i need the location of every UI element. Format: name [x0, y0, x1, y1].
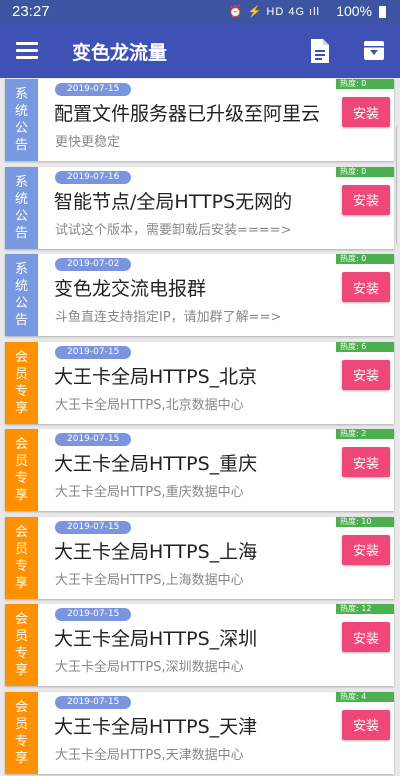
app-bar: 变色龙流量: [0, 24, 400, 78]
install-button[interactable]: 安装: [342, 184, 390, 215]
list-item[interactable]: 会员专享 2019-07-15 大王卡全局HTTPS_重庆 大王卡全局HTTPS…: [5, 429, 394, 511]
heat-badge: 热度: 10: [336, 516, 394, 527]
date-badge: 2019-07-16: [55, 170, 132, 184]
install-button[interactable]: 安装: [342, 534, 390, 565]
item-subtitle: 大王卡全局HTTPS,上海数据中心: [55, 572, 244, 588]
category-tag: 会员专享: [5, 691, 38, 774]
item-subtitle: 斗鱼直连支持指定IP，请加群了解==>: [55, 310, 282, 325]
archive-download-icon[interactable]: [363, 39, 385, 61]
list-item[interactable]: 会员专享 2019-07-15 大王卡全局HTTPS_上海 大王卡全局HTTPS…: [5, 516, 394, 599]
list-item[interactable]: 系统公告 2019-07-02 变色龙交流电报群 斗鱼直连支持指定IP，请加群了…: [5, 254, 394, 336]
date-badge: 2019-07-02: [55, 258, 132, 271]
category-tag: 系统公告: [5, 79, 38, 161]
category-tag: 会员专享: [5, 516, 38, 599]
app-title: 变色龙流量: [72, 42, 168, 64]
status-icons: ⏰ ⚡ HD 4G ıll: [228, 6, 320, 18]
date-badge: 2019-07-15: [55, 345, 132, 359]
install-button[interactable]: 安装: [342, 709, 390, 740]
heat-badge: 热度: 0: [336, 254, 394, 264]
date-badge: 2019-07-15: [55, 520, 132, 534]
item-title: 大王卡全局HTTPS_天津: [54, 715, 258, 738]
heat-badge: 热度: 2: [336, 429, 394, 439]
list-item[interactable]: 系统公告 2019-07-16 智能节点/全局HTTPS无网的 试试这个版本，需…: [5, 166, 394, 249]
category-tag: 会员专享: [5, 604, 38, 686]
item-title: 大王卡全局HTTPS_北京: [54, 365, 258, 388]
heat-badge: 热度: 6: [336, 341, 394, 352]
heat-badge: 热度: 4: [336, 691, 394, 702]
category-tag: 会员专享: [5, 429, 38, 511]
category-tag: 系统公告: [5, 166, 38, 249]
install-button[interactable]: 安装: [342, 97, 390, 127]
item-subtitle: 试试这个版本，需要卸载后安装====>: [55, 222, 292, 238]
heat-badge: 热度: 0: [336, 166, 394, 177]
install-button[interactable]: 安装: [342, 447, 390, 477]
battery-icon: [379, 6, 386, 18]
item-title: 变色龙交流电报群: [54, 278, 207, 300]
heat-badge: 热度: 12: [336, 604, 394, 614]
install-button[interactable]: 安装: [342, 359, 390, 390]
item-subtitle: 大王卡全局HTTPS,北京数据中心: [55, 397, 244, 413]
list-item[interactable]: 会员专享 2019-07-15 大王卡全局HTTPS_北京 大王卡全局HTTPS…: [5, 341, 394, 424]
item-subtitle: 大王卡全局HTTPS,天津数据中心: [55, 747, 244, 763]
status-bar: 23:27 ⏰ ⚡ HD 4G ıll 100%: [0, 0, 400, 24]
item-subtitle: 更快更稳定: [55, 135, 121, 150]
status-time: 23:27: [12, 3, 50, 20]
list-item[interactable]: 会员专享 2019-07-15 大王卡全局HTTPS_深圳 大王卡全局HTTPS…: [5, 604, 394, 686]
item-subtitle: 大王卡全局HTTPS,深圳数据中心: [55, 660, 244, 675]
scroll-indicator[interactable]: [396, 125, 400, 245]
date-badge: 2019-07-15: [55, 83, 132, 96]
item-subtitle: 大王卡全局HTTPS,重庆数据中心: [55, 485, 244, 500]
item-title: 智能节点/全局HTTPS无网的: [54, 190, 293, 213]
item-title: 配置文件服务器已升级至阿里云: [54, 103, 321, 125]
list-item[interactable]: 会员专享 2019-07-15 大王卡全局HTTPS_天津 大王卡全局HTTPS…: [5, 691, 394, 774]
category-tag: 会员专享: [5, 341, 38, 424]
item-title: 大王卡全局HTTPS_上海: [54, 540, 258, 563]
list-item[interactable]: 系统公告 2019-07-15 配置文件服务器已升级至阿里云 更快更稳定 热度:…: [5, 79, 394, 161]
date-badge: 2019-07-15: [55, 433, 132, 446]
install-button[interactable]: 安装: [342, 272, 390, 302]
heat-badge: 热度: 0: [336, 79, 394, 89]
date-badge: 2019-07-15: [55, 608, 132, 621]
document-icon[interactable]: [310, 38, 330, 64]
battery-percent: 100%: [336, 3, 372, 19]
install-button[interactable]: 安装: [342, 622, 390, 652]
item-title: 大王卡全局HTTPS_深圳: [54, 628, 258, 650]
date-badge: 2019-07-15: [55, 695, 132, 709]
item-title: 大王卡全局HTTPS_重庆: [54, 453, 258, 475]
category-tag: 系统公告: [5, 254, 38, 336]
menu-icon[interactable]: [14, 38, 40, 64]
